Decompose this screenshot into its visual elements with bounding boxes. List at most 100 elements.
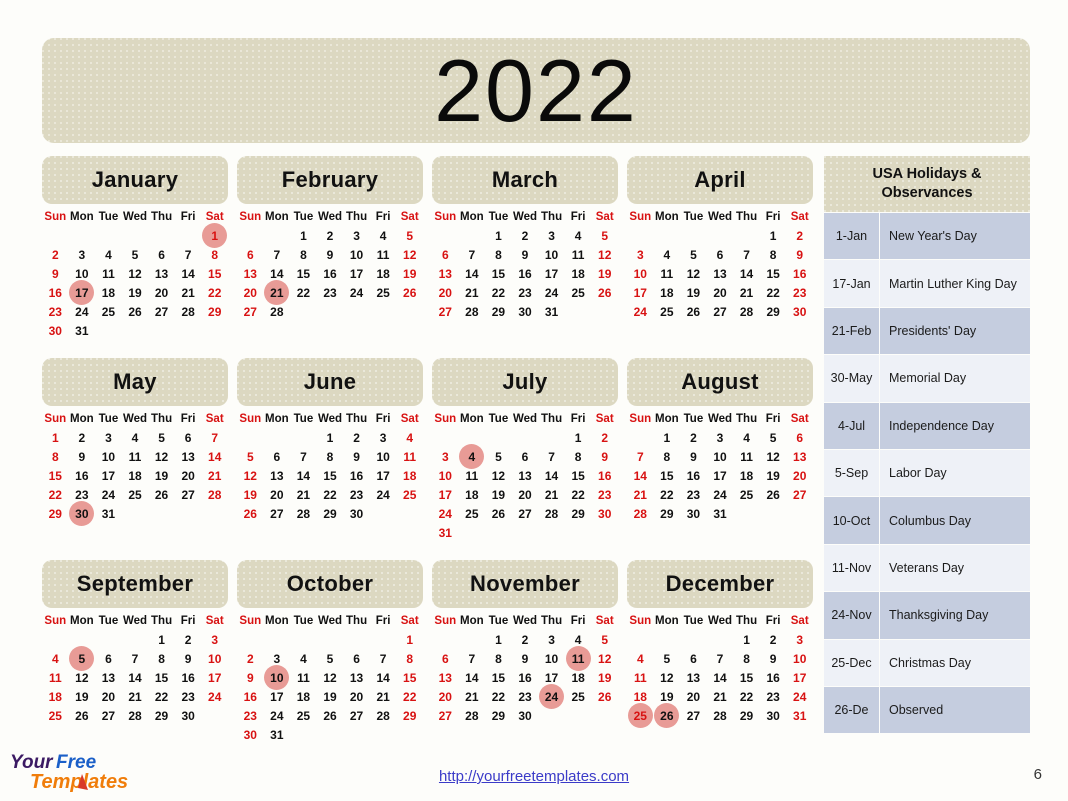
day-cell[interactable]: 6 — [432, 649, 459, 668]
day-cell[interactable]: 24 — [627, 302, 654, 321]
day-cell[interactable]: 10 — [538, 649, 565, 668]
day-cell[interactable]: 15 — [485, 264, 512, 283]
day-cell[interactable]: 21 — [264, 280, 291, 305]
day-cell[interactable]: 1 — [733, 630, 760, 649]
day-cell[interactable]: 22 — [565, 485, 592, 504]
day-cell[interactable]: 21 — [290, 485, 317, 504]
day-cell[interactable]: 24 — [201, 687, 228, 706]
day-cell[interactable]: 27 — [680, 706, 707, 725]
day-cell[interactable]: 30 — [512, 302, 539, 321]
day-cell[interactable]: 14 — [733, 264, 760, 283]
day-cell[interactable]: 18 — [627, 687, 654, 706]
day-cell[interactable]: 17 — [538, 264, 565, 283]
day-cell[interactable]: 31 — [264, 725, 291, 744]
day-cell[interactable]: 18 — [396, 466, 423, 485]
day-cell[interactable]: 29 — [733, 706, 760, 725]
day-cell[interactable]: 19 — [237, 485, 264, 504]
day-cell[interactable]: 17 — [786, 668, 813, 687]
day-cell[interactable]: 1 — [42, 428, 69, 447]
day-cell[interactable]: 15 — [565, 466, 592, 485]
day-cell[interactable]: 4 — [122, 428, 149, 447]
day-cell[interactable]: 25 — [42, 706, 69, 725]
day-cell[interactable]: 1 — [760, 226, 787, 245]
day-cell[interactable]: 15 — [317, 466, 344, 485]
day-cell[interactable]: 19 — [317, 687, 344, 706]
day-cell[interactable]: 27 — [343, 706, 370, 725]
day-cell[interactable]: 10 — [370, 447, 397, 466]
day-cell[interactable]: 5 — [237, 447, 264, 466]
day-cell[interactable]: 24 — [95, 485, 122, 504]
day-cell[interactable]: 2 — [69, 428, 96, 447]
day-cell[interactable]: 28 — [201, 485, 228, 504]
day-cell[interactable]: 19 — [122, 283, 149, 302]
day-cell[interactable]: 11 — [396, 447, 423, 466]
day-cell[interactable]: 26 — [317, 706, 344, 725]
day-cell[interactable]: 19 — [680, 283, 707, 302]
day-cell[interactable]: 26 — [760, 485, 787, 504]
day-cell[interactable]: 10 — [627, 264, 654, 283]
day-cell[interactable]: 18 — [290, 687, 317, 706]
day-cell[interactable]: 1 — [485, 226, 512, 245]
day-cell[interactable]: 14 — [538, 466, 565, 485]
day-cell[interactable]: 18 — [654, 283, 681, 302]
day-cell[interactable]: 21 — [459, 687, 486, 706]
day-cell[interactable]: 16 — [343, 466, 370, 485]
day-cell[interactable]: 21 — [122, 687, 149, 706]
day-cell[interactable]: 20 — [95, 687, 122, 706]
day-cell[interactable]: 15 — [654, 466, 681, 485]
day-cell[interactable]: 5 — [122, 245, 149, 264]
day-cell[interactable]: 29 — [485, 706, 512, 725]
day-cell[interactable]: 22 — [148, 687, 175, 706]
day-cell[interactable]: 13 — [95, 668, 122, 687]
day-cell[interactable]: 2 — [237, 649, 264, 668]
day-cell[interactable]: 23 — [343, 485, 370, 504]
day-cell[interactable]: 9 — [760, 649, 787, 668]
day-cell[interactable]: 23 — [591, 485, 618, 504]
day-cell[interactable]: 26 — [122, 302, 149, 321]
day-cell[interactable]: 12 — [591, 649, 618, 668]
day-cell[interactable]: 6 — [786, 428, 813, 447]
day-cell[interactable]: 26 — [591, 687, 618, 706]
day-cell[interactable]: 19 — [69, 687, 96, 706]
day-cell[interactable]: 18 — [122, 466, 149, 485]
day-cell[interactable]: 13 — [432, 264, 459, 283]
day-cell[interactable]: 10 — [95, 447, 122, 466]
day-cell[interactable]: 5 — [396, 226, 423, 245]
day-cell[interactable]: 8 — [148, 649, 175, 668]
day-cell[interactable]: 17 — [343, 264, 370, 283]
day-cell[interactable]: 2 — [317, 226, 344, 245]
day-cell[interactable]: 8 — [290, 245, 317, 264]
day-cell[interactable]: 27 — [237, 302, 264, 321]
day-cell[interactable]: 14 — [707, 668, 734, 687]
day-cell[interactable]: 5 — [591, 630, 618, 649]
day-cell[interactable]: 23 — [317, 283, 344, 302]
day-cell[interactable]: 2 — [343, 428, 370, 447]
day-cell[interactable]: 16 — [42, 283, 69, 302]
day-cell[interactable]: 7 — [201, 428, 228, 447]
day-cell[interactable]: 15 — [148, 668, 175, 687]
day-cell[interactable]: 18 — [42, 687, 69, 706]
day-cell[interactable]: 17 — [95, 466, 122, 485]
day-cell[interactable]: 20 — [512, 485, 539, 504]
day-cell[interactable]: 16 — [237, 687, 264, 706]
day-cell[interactable]: 16 — [317, 264, 344, 283]
day-cell[interactable]: 12 — [680, 264, 707, 283]
day-cell[interactable]: 5 — [680, 245, 707, 264]
day-cell[interactable]: 29 — [485, 302, 512, 321]
day-cell[interactable]: 23 — [42, 302, 69, 321]
day-cell[interactable]: 11 — [290, 668, 317, 687]
day-cell[interactable]: 2 — [512, 630, 539, 649]
day-cell[interactable]: 6 — [237, 245, 264, 264]
day-cell[interactable]: 10 — [343, 245, 370, 264]
day-cell[interactable]: 21 — [175, 283, 202, 302]
day-cell[interactable]: 1 — [201, 223, 228, 248]
day-cell[interactable]: 20 — [786, 466, 813, 485]
day-cell[interactable]: 20 — [432, 283, 459, 302]
day-cell[interactable]: 29 — [148, 706, 175, 725]
day-cell[interactable]: 23 — [680, 485, 707, 504]
day-cell[interactable]: 14 — [290, 466, 317, 485]
day-cell[interactable]: 13 — [343, 668, 370, 687]
day-cell[interactable]: 6 — [707, 245, 734, 264]
day-cell[interactable]: 4 — [42, 649, 69, 668]
day-cell[interactable]: 25 — [733, 485, 760, 504]
